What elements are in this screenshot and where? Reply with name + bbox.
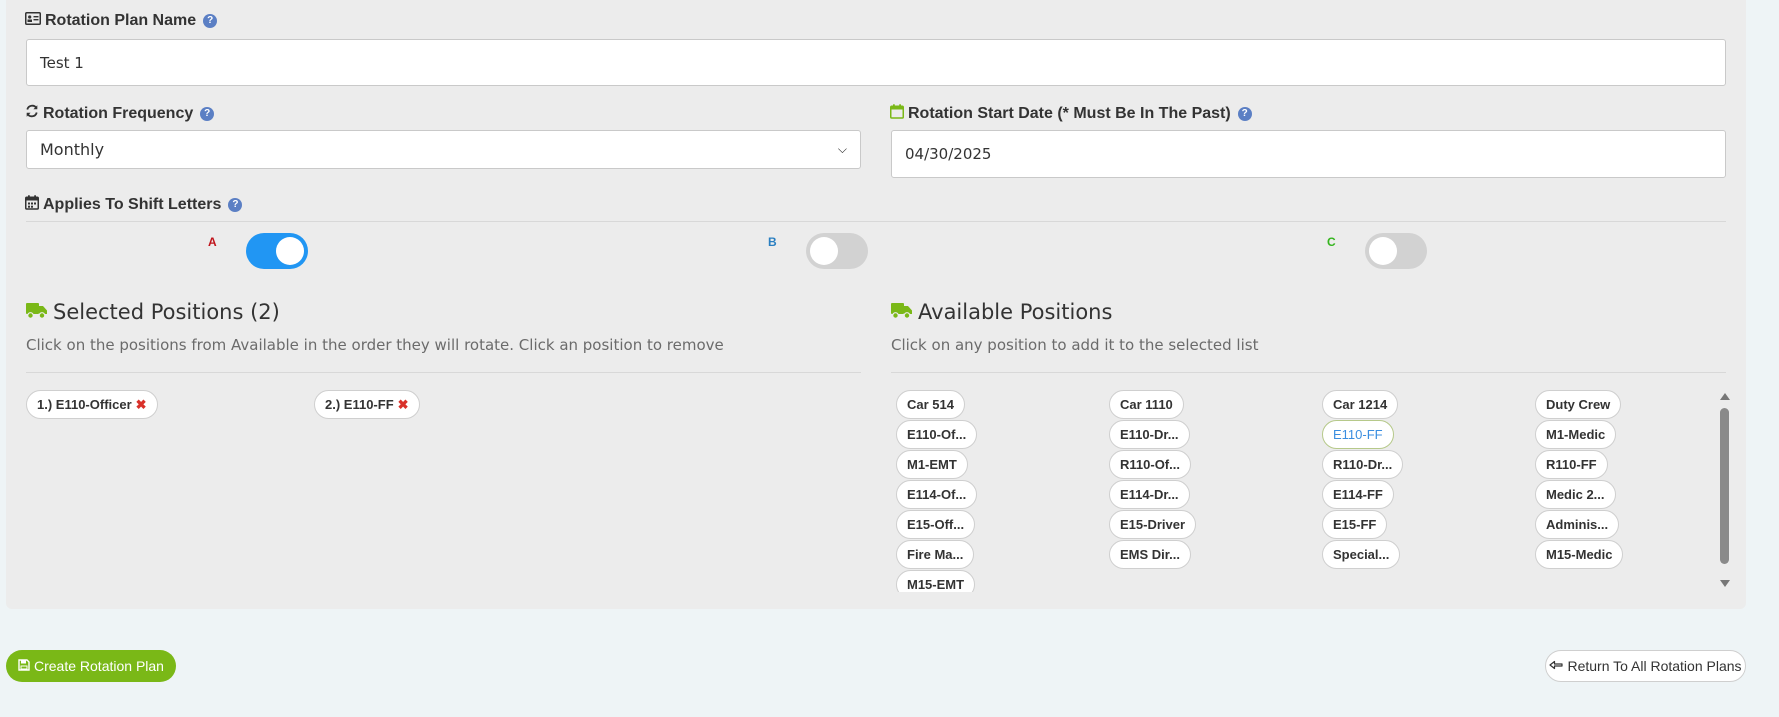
id-card-icon	[25, 12, 41, 30]
selected-positions-subtitle: Click on the positions from Available in…	[26, 336, 724, 354]
selected-positions-title: Selected Positions (2)	[26, 300, 280, 324]
available-positions-title-text: Available Positions	[918, 300, 1113, 324]
shift-b-toggle[interactable]	[806, 233, 868, 269]
selected-position-chip[interactable]: 1.) E110-Officer ✖	[26, 390, 158, 419]
available-positions-scrollbar[interactable]	[1718, 390, 1732, 590]
help-icon[interactable]: ?	[1237, 107, 1252, 121]
divider	[26, 372, 861, 373]
available-position-chip[interactable]: R110-FF	[1535, 450, 1608, 479]
scroll-up-icon[interactable]	[1720, 393, 1730, 400]
create-rotation-plan-button[interactable]: Create Rotation Plan	[6, 650, 176, 682]
shift-letter-a: A	[208, 235, 217, 249]
hand-pointer-left-icon	[1549, 658, 1564, 674]
start-date-input[interactable]: 04/30/2025	[891, 130, 1726, 178]
rotation-plan-form: Rotation Plan Name ? Test 1 Rotation Fre…	[6, 0, 1746, 609]
calendar-icon	[25, 195, 39, 215]
available-position-chip[interactable]: EMS Dir...	[1109, 540, 1191, 569]
create-rotation-plan-label: Create Rotation Plan	[34, 658, 164, 674]
plan-name-label: Rotation Plan Name ?	[25, 12, 218, 30]
available-position-chip[interactable]: E114-Dr...	[1109, 480, 1190, 509]
frequency-label-text: Rotation Frequency	[43, 104, 194, 122]
available-position-chip[interactable]: Fire Ma...	[896, 540, 975, 569]
remove-icon[interactable]: ✖	[136, 397, 147, 413]
help-icon[interactable]: ?	[200, 106, 215, 121]
plan-name-input[interactable]: Test 1	[26, 39, 1726, 86]
available-position-chip[interactable]: E114-Of...	[896, 480, 978, 509]
available-position-chip[interactable]: Special...	[1322, 540, 1401, 569]
remove-icon[interactable]: ✖	[398, 397, 409, 413]
available-position-chip[interactable]: E15-FF	[1322, 510, 1388, 539]
help-icon[interactable]: ?	[203, 14, 218, 28]
shift-letter-c: C	[1327, 235, 1336, 249]
available-position-chip[interactable]: E15-Off...	[896, 510, 976, 539]
truck-icon	[26, 300, 47, 324]
available-position-chip[interactable]: R110-Of...	[1109, 450, 1191, 479]
shift-c-toggle[interactable]	[1365, 233, 1427, 269]
available-position-chip[interactable]: Car 514	[896, 390, 965, 419]
save-icon	[18, 658, 30, 674]
available-position-chip[interactable]: Car 1214	[1322, 390, 1399, 419]
plan-name-label-text: Rotation Plan Name	[45, 12, 197, 29]
shift-letters-label-text: Applies To Shift Letters	[43, 196, 222, 213]
start-date-value: 04/30/2025	[905, 145, 992, 163]
available-positions-list[interactable]: Car 514 Car 1110 Car 1214 Duty Crew E110…	[896, 388, 1734, 592]
available-position-chip[interactable]: E110-Of...	[896, 420, 978, 449]
start-date-label: Rotation Start Date (* Must Be In The Pa…	[890, 104, 1252, 124]
refresh-icon	[25, 104, 39, 123]
divider	[26, 221, 1726, 222]
return-to-rotation-plans-button[interactable]: Return To All Rotation Plans	[1545, 650, 1746, 682]
selected-positions-title-text: Selected Positions (2)	[53, 300, 280, 324]
available-position-chip-highlighted[interactable]: E110-FF	[1322, 420, 1394, 449]
start-date-label-text: Rotation Start Date (* Must Be In The Pa…	[908, 105, 1231, 122]
available-position-chip[interactable]: Duty Crew	[1535, 390, 1622, 419]
frequency-label: Rotation Frequency ?	[25, 104, 215, 123]
frequency-select[interactable]: Monthly ⌵	[26, 130, 861, 169]
scroll-down-icon[interactable]	[1720, 580, 1730, 587]
available-position-chip[interactable]: M15-Medic	[1535, 540, 1624, 569]
shift-letters-label: Applies To Shift Letters ?	[25, 195, 243, 215]
shift-letter-b: B	[768, 235, 777, 249]
available-position-chip[interactable]: E15-Driver	[1109, 510, 1197, 539]
scroll-thumb[interactable]	[1720, 408, 1729, 564]
help-icon[interactable]: ?	[228, 198, 243, 212]
available-position-chip[interactable]: Medic 2...	[1535, 480, 1616, 509]
truck-icon	[891, 300, 912, 324]
selected-position-chip[interactable]: 2.) E110-FF ✖	[314, 390, 420, 419]
chevron-down-icon: ⌵	[837, 142, 847, 156]
divider	[891, 372, 1726, 373]
return-to-rotation-plans-label: Return To All Rotation Plans	[1567, 658, 1742, 674]
frequency-selected-value: Monthly	[40, 140, 105, 159]
available-position-chip[interactable]: Adminis...	[1535, 510, 1620, 539]
available-positions-title: Available Positions	[891, 300, 1112, 324]
available-position-chip[interactable]: E110-Dr...	[1109, 420, 1190, 449]
plan-name-value: Test 1	[40, 53, 84, 72]
available-position-chip[interactable]: E114-FF	[1322, 480, 1394, 509]
available-position-chip[interactable]: M1-Medic	[1535, 420, 1617, 449]
available-position-chip[interactable]: Car 1110	[1109, 390, 1184, 419]
available-position-chip[interactable]: R110-Dr...	[1322, 450, 1404, 479]
available-position-chip[interactable]: M15-EMT	[896, 570, 976, 592]
shift-a-toggle[interactable]	[246, 233, 308, 269]
calendar-icon	[890, 104, 904, 124]
available-positions-subtitle: Click on any position to add it to the s…	[891, 336, 1259, 354]
available-position-chip[interactable]: M1-EMT	[896, 450, 968, 479]
